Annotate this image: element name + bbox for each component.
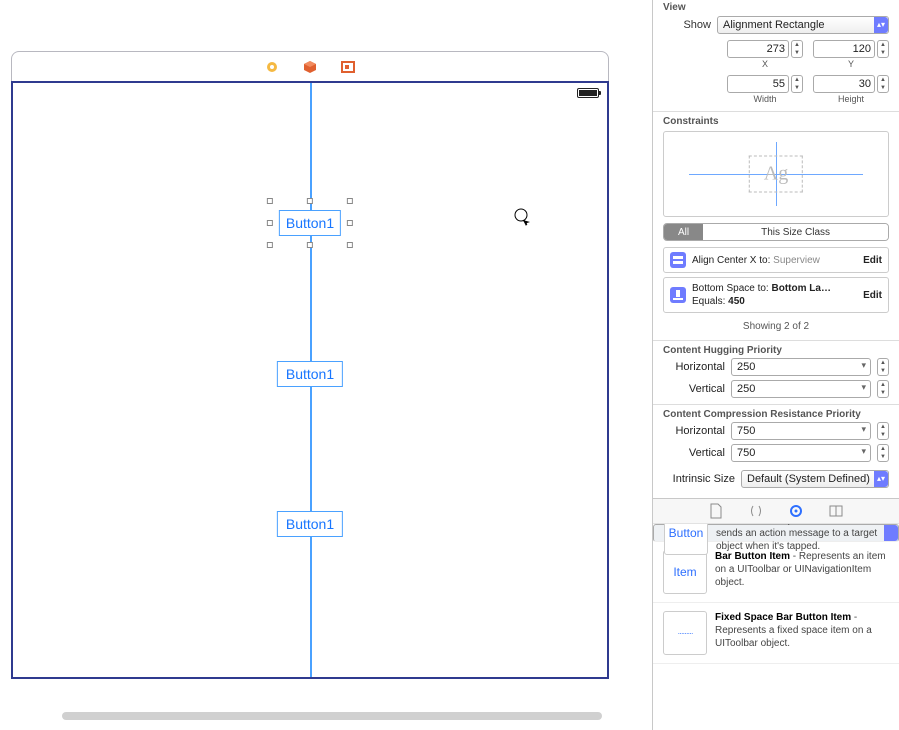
seg-thissize[interactable]: This Size Class: [703, 224, 888, 240]
hug-v-label: Vertical: [663, 383, 725, 395]
comp-h-stepper[interactable]: ▲▼: [877, 422, 889, 440]
resize-handle-e[interactable]: [347, 220, 353, 226]
library-preview-fixedspace: ·········: [663, 611, 707, 655]
x-stepper[interactable]: ▲▼: [791, 40, 803, 58]
horizontal-scrollbar[interactable]: [62, 712, 602, 720]
library-item-fixedspace[interactable]: ········· Fixed Space Bar Button Item - …: [653, 603, 899, 664]
comp-h-label: Horizontal: [663, 425, 725, 437]
hug-v-combo[interactable]: 250: [731, 380, 871, 398]
constraint2-label: Bottom Space to:: [692, 283, 769, 294]
showing-count: Showing 2 of 2: [653, 317, 899, 336]
rect-icon[interactable]: [340, 59, 356, 75]
seg-all[interactable]: All: [664, 224, 703, 240]
comp-v-stepper[interactable]: ▲▼: [877, 444, 889, 462]
cube-icon[interactable]: [302, 59, 318, 75]
ib-canvas[interactable]: Button1 Button1 Button1: [0, 0, 652, 730]
height-caption: Height: [838, 94, 864, 104]
height-field[interactable]: 30: [813, 75, 875, 93]
snippets-icon[interactable]: [748, 503, 764, 519]
hugging-title: Content Hugging Priority: [653, 345, 899, 356]
cursor-icon: [512, 207, 532, 230]
hug-h-label: Horizontal: [663, 361, 725, 373]
intrinsic-select[interactable]: Default (System Defined) ▴▾: [741, 470, 889, 488]
height-stepper[interactable]: ▲▼: [877, 75, 889, 93]
constraint1-edit-button[interactable]: Edit: [863, 255, 882, 266]
library-item-text: Button - Intercepts touch events and sen…: [716, 524, 888, 553]
resize-handle-ne[interactable]: [347, 198, 353, 204]
compress-title: Content Compression Resistance Priority: [653, 409, 899, 420]
inspector-panel: View Show Alignment Rectangle ▴▾ 273 ▲▼ …: [652, 0, 899, 730]
resize-handle-n[interactable]: [307, 198, 313, 204]
sizeclass-segmented[interactable]: All This Size Class: [663, 223, 889, 241]
intrinsic-value: Default (System Defined): [747, 473, 870, 485]
constraint2-edit-button[interactable]: Edit: [863, 290, 882, 301]
objects-library-icon[interactable]: [788, 503, 804, 519]
hug-h-combo[interactable]: 250: [731, 358, 871, 376]
resize-handle-w[interactable]: [267, 220, 273, 226]
intrinsic-label: Intrinsic Size: [663, 473, 735, 485]
hug-h-stepper[interactable]: ▲▼: [877, 358, 889, 376]
object-library-list[interactable]: Button Button - Intercepts touch events …: [653, 524, 899, 730]
y-caption: Y: [848, 59, 854, 69]
y-stepper[interactable]: ▲▼: [877, 40, 889, 58]
constraint2-equals-label: Equals:: [692, 296, 725, 307]
section-view-label: View: [653, 0, 899, 13]
pin-icon: [670, 287, 686, 303]
library-item-text: Fixed Space Bar Button Item - Represents…: [715, 611, 889, 655]
constraint1-value: Superview: [773, 255, 820, 266]
x-caption: X: [762, 59, 768, 69]
constraint2-equals-value: 450: [728, 296, 745, 307]
show-select[interactable]: Alignment Rectangle ▴▾: [717, 16, 889, 34]
align-icon: [670, 252, 686, 268]
constraints-label: Constraints: [653, 116, 899, 127]
constraint-row-centerx[interactable]: Align Center X to: Superview Edit: [663, 247, 889, 273]
y-field[interactable]: 120: [813, 40, 875, 58]
comp-v-label: Vertical: [663, 447, 725, 459]
constraints-diagram[interactable]: Ag: [663, 131, 889, 217]
comp-h-combo[interactable]: 750: [731, 422, 871, 440]
library-preview-barbutton: Item: [663, 550, 707, 594]
comp-v-combo[interactable]: 750: [731, 444, 871, 462]
resize-handle-nw[interactable]: [267, 198, 273, 204]
constraint2-value: Bottom La…: [772, 283, 831, 294]
width-caption: Width: [753, 94, 776, 104]
circle-icon[interactable]: [264, 59, 280, 75]
media-library-icon[interactable]: [828, 503, 844, 519]
x-field[interactable]: 273: [727, 40, 789, 58]
show-label: Show: [663, 19, 711, 31]
constraint-ag-placeholder: Ag: [749, 156, 803, 193]
hug-v-stepper[interactable]: ▲▼: [877, 380, 889, 398]
button1-middle[interactable]: Button1: [277, 361, 343, 387]
constraint1-label: Align Center X to:: [692, 255, 770, 266]
library-tabs: [653, 498, 899, 524]
width-field[interactable]: 55: [727, 75, 789, 93]
library-item-button[interactable]: Button Button - Intercepts touch events …: [653, 524, 899, 542]
show-select-value: Alignment Rectangle: [723, 19, 825, 31]
file-template-icon[interactable]: [708, 503, 724, 519]
library-item-text: Bar Button Item - Represents an item on …: [715, 550, 889, 594]
constraint-row-bottom[interactable]: Bottom Space to: Bottom La… Equals: 450 …: [663, 277, 889, 313]
selected-button[interactable]: Button1: [279, 210, 341, 236]
button1-selected[interactable]: Button1: [279, 210, 341, 236]
library-preview-button: Button: [664, 524, 708, 555]
resize-handle-se[interactable]: [347, 242, 353, 248]
battery-icon: [577, 88, 599, 98]
status-bar: [577, 88, 599, 101]
resize-handle-sw[interactable]: [267, 242, 273, 248]
canvas-toolbar: [11, 51, 609, 81]
device-view[interactable]: Button1 Button1 Button1: [11, 81, 609, 679]
button1-bottom[interactable]: Button1: [277, 511, 343, 537]
resize-handle-s[interactable]: [307, 242, 313, 248]
width-stepper[interactable]: ▲▼: [791, 75, 803, 93]
